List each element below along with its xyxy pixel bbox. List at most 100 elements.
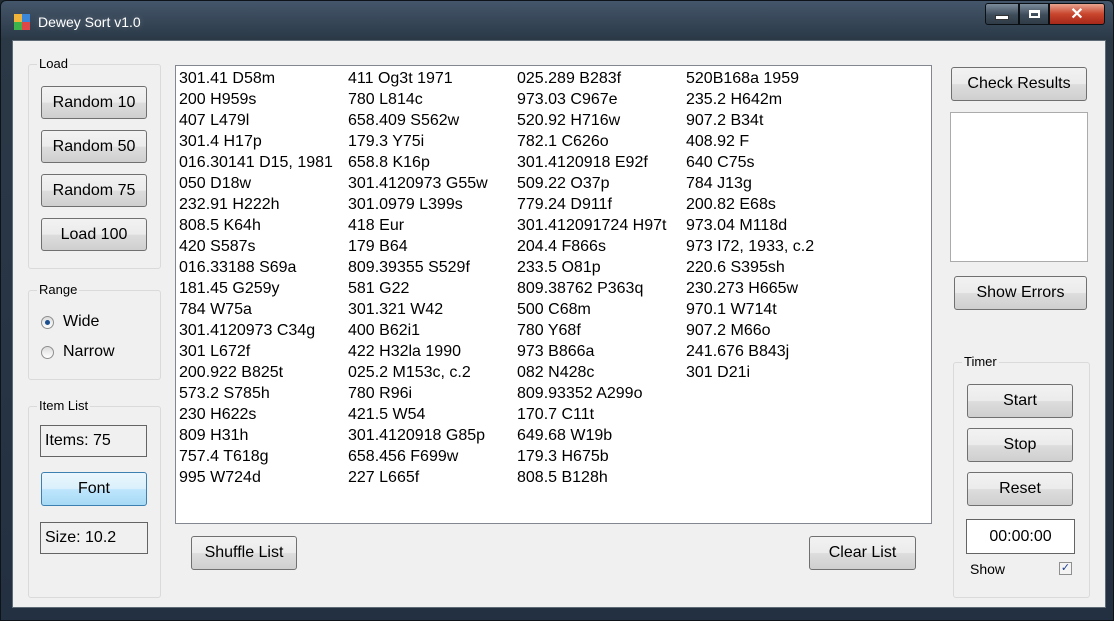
list-item[interactable]: 025.2 M153c, c.2 (348, 362, 488, 383)
list-item[interactable]: 301.41 D58m (179, 68, 333, 89)
list-item[interactable]: 230.273 H665w (686, 278, 814, 299)
list-item[interactable]: 301 D21i (686, 362, 814, 383)
list-item[interactable]: 411 Og3t 1971 (348, 68, 488, 89)
list-item[interactable]: 400 B62i1 (348, 320, 488, 341)
list-item[interactable]: 995 W724d (179, 467, 333, 488)
list-item[interactable]: 301.4120918 G85p (348, 425, 488, 446)
dewey-item-listbox[interactable]: 301.41 D58m 200 H959s 407 L479l 301.4 H17p 0… (175, 65, 932, 524)
timer-start-button[interactable]: Start (967, 384, 1073, 418)
list-item[interactable]: 581 G22 (348, 278, 488, 299)
list-item[interactable]: 230 H622s (179, 404, 333, 425)
list-item[interactable]: 907.2 B34t (686, 110, 814, 131)
list-item[interactable]: 970.1 W714t (686, 299, 814, 320)
list-item[interactable]: 779.24 D911f (517, 194, 666, 215)
list-item[interactable]: 301.4120918 E92f (517, 152, 666, 173)
timer-show-checkbox[interactable]: ✓ (1059, 562, 1072, 575)
range-narrow-radio[interactable] (41, 345, 54, 359)
list-item[interactable]: 232.91 H222h (179, 194, 333, 215)
show-errors-button[interactable]: Show Errors (954, 276, 1087, 310)
list-item[interactable]: 757.4 T618g (179, 446, 333, 467)
list-item[interactable]: 025.289 B283f (517, 68, 666, 89)
range-wide-radio[interactable] (41, 315, 54, 329)
list-item[interactable]: 809.39355 S529f (348, 257, 488, 278)
list-item[interactable]: 301.4120973 C34g (179, 320, 333, 341)
list-item[interactable]: 421.5 W54 (348, 404, 488, 425)
list-item[interactable]: 658.8 K16p (348, 152, 488, 173)
list-item[interactable]: 016.30141 D15, 1981 (179, 152, 333, 173)
list-item[interactable]: 233.5 O81p (517, 257, 666, 278)
app-icon (14, 14, 30, 30)
list-item[interactable]: 420 S587s (179, 236, 333, 257)
list-item[interactable]: 973.04 M118d (686, 215, 814, 236)
list-item[interactable]: 658.456 F699w (348, 446, 488, 467)
maximize-button[interactable] (1019, 3, 1049, 25)
list-item[interactable]: 301.321 W42 (348, 299, 488, 320)
list-item[interactable]: 808.5 B128h (517, 467, 666, 488)
results-display (950, 112, 1088, 262)
list-item[interactable]: 227 L665f (348, 467, 488, 488)
list-item[interactable]: 050 D18w (179, 173, 333, 194)
list-item[interactable]: 784 W75a (179, 299, 333, 320)
list-item[interactable]: 658.409 S562w (348, 110, 488, 131)
list-item[interactable]: 220.6 S395sh (686, 257, 814, 278)
title-bar[interactable]: Dewey Sort v1.0 ✕ (1, 1, 1113, 39)
list-item[interactable]: 301.4120973 G55w (348, 173, 488, 194)
close-button[interactable]: ✕ (1049, 3, 1105, 25)
list-item[interactable]: 200 H959s (179, 89, 333, 110)
list-item[interactable]: 520.92 H716w (517, 110, 666, 131)
list-item[interactable]: 808.5 K64h (179, 215, 333, 236)
list-item[interactable]: 200.922 B825t (179, 362, 333, 383)
list-item[interactable]: 500 C68m (517, 299, 666, 320)
list-item[interactable]: 649.68 W19b (517, 425, 666, 446)
timer-stop-button[interactable]: Stop (967, 428, 1073, 462)
list-item[interactable]: 082 N428c (517, 362, 666, 383)
list-item[interactable]: 016.33188 S69a (179, 257, 333, 278)
list-item[interactable]: 780 R96i (348, 383, 488, 404)
list-item[interactable]: 809.93352 A299o (517, 383, 666, 404)
list-item[interactable]: 973.03 C967e (517, 89, 666, 110)
list-item[interactable]: 181.45 G259y (179, 278, 333, 299)
list-item[interactable]: 809.38762 P363q (517, 278, 666, 299)
range-group: Range (28, 282, 161, 380)
list-item[interactable]: 170.7 C11t (517, 404, 666, 425)
list-item[interactable]: 809 H31h (179, 425, 333, 446)
list-item[interactable]: 907.2 M66o (686, 320, 814, 341)
font-button[interactable]: Font (41, 472, 147, 506)
list-item[interactable]: 784 J13g (686, 173, 814, 194)
timer-reset-button[interactable]: Reset (967, 472, 1073, 506)
list-item[interactable]: 780 Y68f (517, 320, 666, 341)
list-item[interactable]: 973 B866a (517, 341, 666, 362)
list-item[interactable]: 780 L814c (348, 89, 488, 110)
list-item[interactable]: 782.1 C626o (517, 131, 666, 152)
list-item[interactable]: 408.92 F (686, 131, 814, 152)
list-item[interactable]: 973 I72, 1933, c.2 (686, 236, 814, 257)
list-item[interactable]: 235.2 H642m (686, 89, 814, 110)
list-item[interactable]: 301.4 H17p (179, 131, 333, 152)
list-item[interactable]: 241.676 B843j (686, 341, 814, 362)
list-item[interactable]: 179 B64 (348, 236, 488, 257)
list-item[interactable]: 204.4 F866s (517, 236, 666, 257)
list-item[interactable]: 422 H32la 1990 (348, 341, 488, 362)
list-item[interactable]: 200.82 E68s (686, 194, 814, 215)
list-item[interactable]: 520B168a 1959 (686, 68, 814, 89)
list-item[interactable]: 573.2 S785h (179, 383, 333, 404)
range-wide-option[interactable]: Wide (41, 313, 99, 331)
minimize-button[interactable] (985, 3, 1019, 25)
random-50-button[interactable]: Random 50 (41, 130, 147, 163)
random-10-button[interactable]: Random 10 (41, 86, 147, 119)
list-item[interactable]: 179.3 H675b (517, 446, 666, 467)
range-narrow-option[interactable]: Narrow (41, 343, 115, 361)
clear-list-button[interactable]: Clear List (809, 536, 916, 570)
list-item[interactable]: 418 Eur (348, 215, 488, 236)
check-results-button[interactable]: Check Results (951, 67, 1087, 101)
load-100-button[interactable]: Load 100 (41, 218, 147, 251)
list-item[interactable]: 179.3 Y75i (348, 131, 488, 152)
shuffle-list-button[interactable]: Shuffle List (191, 536, 297, 570)
list-item[interactable]: 407 L479l (179, 110, 333, 131)
random-75-button[interactable]: Random 75 (41, 174, 147, 207)
list-item[interactable]: 301 L672f (179, 341, 333, 362)
list-item[interactable]: 301.412091724 H97t (517, 215, 666, 236)
list-item[interactable]: 301.0979 L399s (348, 194, 488, 215)
list-item[interactable]: 640 C75s (686, 152, 814, 173)
list-item[interactable]: 509.22 O37p (517, 173, 666, 194)
